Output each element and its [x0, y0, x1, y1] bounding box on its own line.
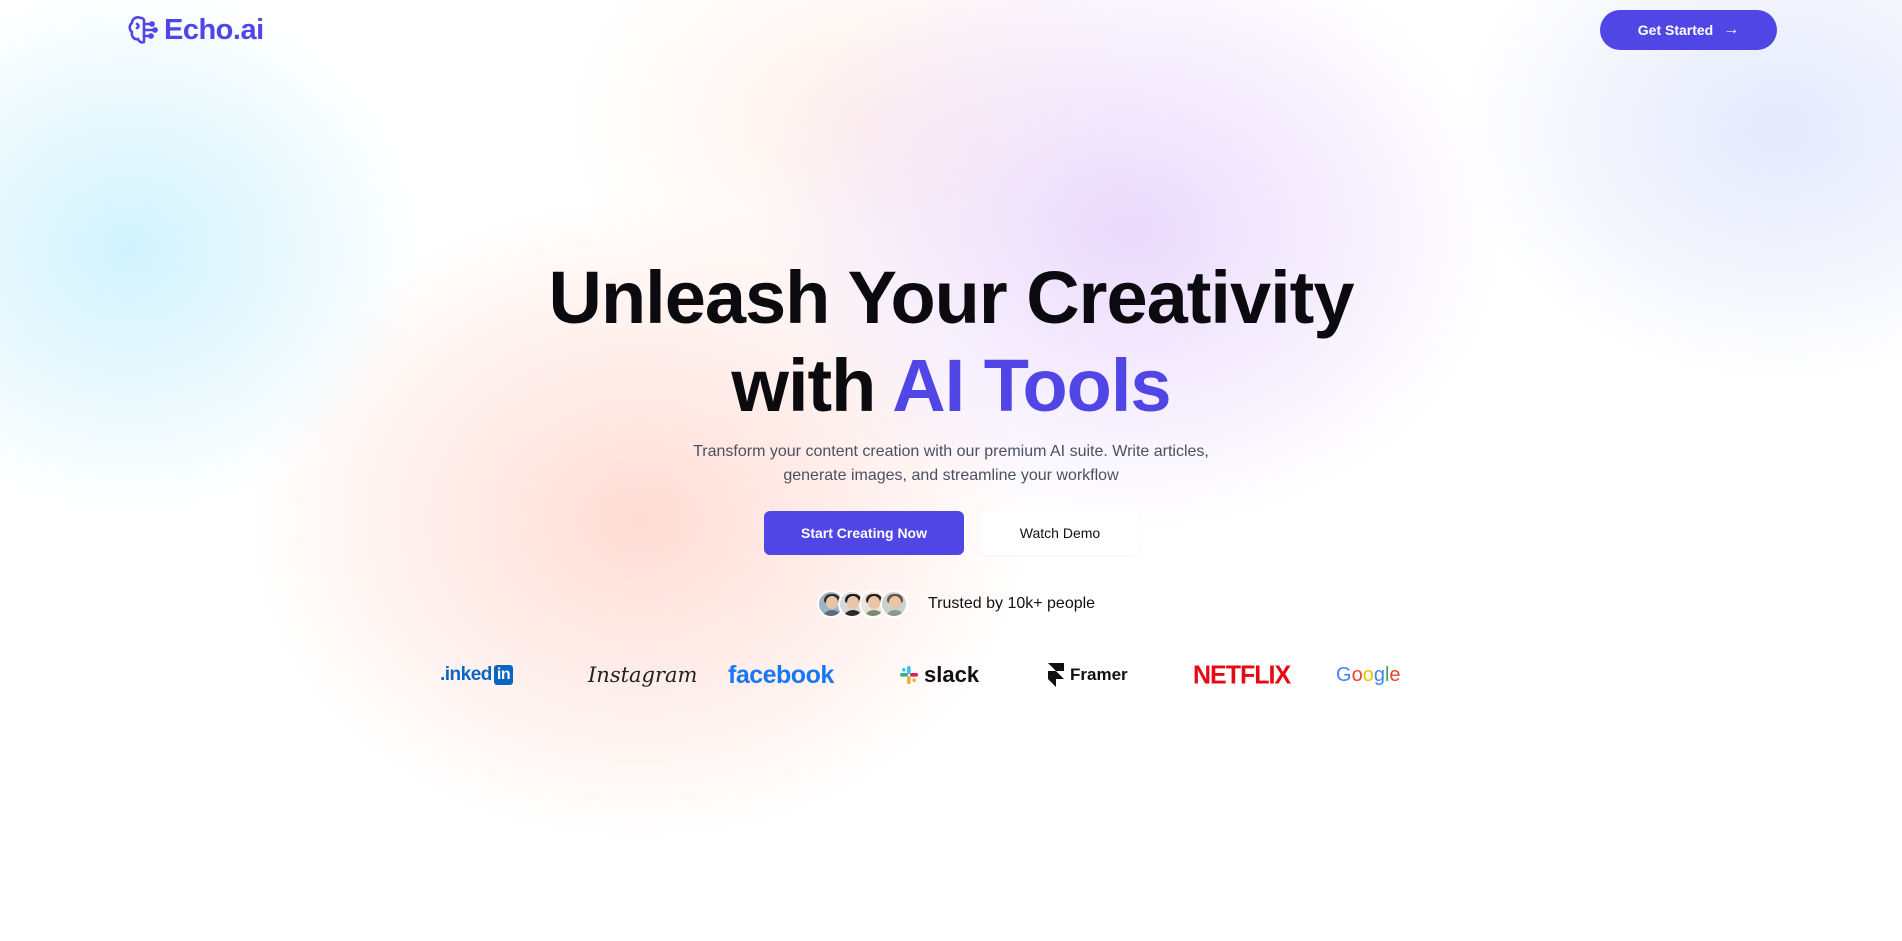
slack-logo: slack [899, 660, 979, 690]
linkedin-logo: .inked in [440, 660, 514, 690]
arrow-right-icon: → [1723, 21, 1740, 38]
facebook-logo: facebook [728, 660, 834, 689]
framer-icon [1048, 663, 1064, 687]
brand-name: Echo.ai [164, 13, 264, 46]
avatar-stack [817, 590, 908, 618]
hero-title: Unleash Your Creativity with AI Tools [0, 254, 1902, 430]
brain-icon [128, 16, 158, 44]
avatar [880, 590, 908, 618]
hero-title-accent: AI Tools [892, 344, 1171, 427]
hero-title-line1: Unleash Your Creativity [548, 256, 1355, 339]
netflix-logo: NETFLIX [1193, 659, 1291, 690]
hero-subtitle-line2: generate images, and streamline your wor… [783, 467, 1119, 484]
watch-demo-button[interactable]: Watch Demo [980, 511, 1140, 555]
partner-logos: .inked in Instagram facebook slack Framer… [0, 660, 1902, 690]
hero-subtitle: Transform your content creation with our… [0, 440, 1902, 488]
brand-logo[interactable]: Echo.ai [128, 12, 264, 48]
hero-subtitle-line1: Transform your content creation with our… [693, 443, 1209, 460]
hero-cta-group: Start Creating Now Watch Demo [764, 511, 1140, 555]
hero-title-line2-prefix: with [731, 344, 893, 427]
trust-text: Trusted by 10k+ people [928, 595, 1096, 612]
google-logo: Google [1336, 663, 1401, 686]
slack-icon [900, 666, 918, 684]
get-started-label: Get Started [1637, 22, 1714, 38]
framer-logo: Framer [1048, 660, 1128, 690]
get-started-button[interactable]: Get Started → [1600, 10, 1777, 50]
social-proof: Trusted by 10k+ people [817, 588, 1095, 620]
start-creating-button[interactable]: Start Creating Now [764, 511, 964, 555]
instagram-logo: Instagram [588, 663, 698, 687]
site-header: Echo.ai Get Started → [0, 0, 1902, 60]
